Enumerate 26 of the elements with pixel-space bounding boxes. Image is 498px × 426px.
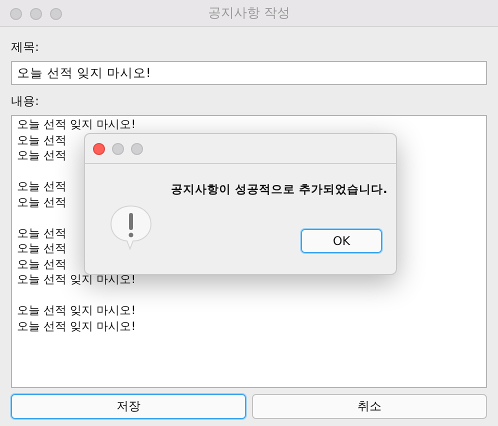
ok-button[interactable]: OK (301, 229, 382, 253)
text-line: 오늘 선적 (17, 194, 67, 210)
text-line: 오늘 선적 (17, 179, 67, 194)
minimize-button[interactable] (30, 8, 42, 20)
warning-icon (109, 204, 153, 250)
minimize-button[interactable] (112, 142, 124, 154)
field-label: 제목: (11, 39, 40, 56)
dialog-button[interactable]: 저장 (11, 394, 246, 419)
close-button[interactable] (93, 142, 105, 154)
title-field[interactable]: 오늘 선적 잊지 마시오! (11, 61, 487, 85)
text-line: 오늘 선적 잊지 마시오! (17, 272, 136, 288)
alert-message: 공지사항이 성공적으로 추가되었습니다. (171, 182, 388, 197)
window-title: 공지사항 작성 (208, 5, 290, 22)
dialog-button[interactable]: 취소 (252, 394, 487, 419)
text-line: 오늘 선적 (17, 241, 67, 256)
field-label: 내용: (11, 93, 40, 110)
text-line: 오늘 선적 (17, 132, 67, 148)
zoom-button[interactable] (131, 142, 143, 154)
zoom-button[interactable] (50, 8, 62, 20)
text-line: 오늘 선적 (17, 148, 67, 164)
text-line: 오늘 선적 잊지 마시오! (17, 318, 136, 334)
text-line: 오늘 선적 (17, 256, 67, 272)
text-line: 오늘 선적 (17, 226, 67, 241)
text-line: 오늘 선적 잊지 마시오! (17, 117, 136, 132)
text-line: 오늘 선적 잊지 마시오! (17, 303, 136, 318)
close-button[interactable] (10, 8, 22, 20)
